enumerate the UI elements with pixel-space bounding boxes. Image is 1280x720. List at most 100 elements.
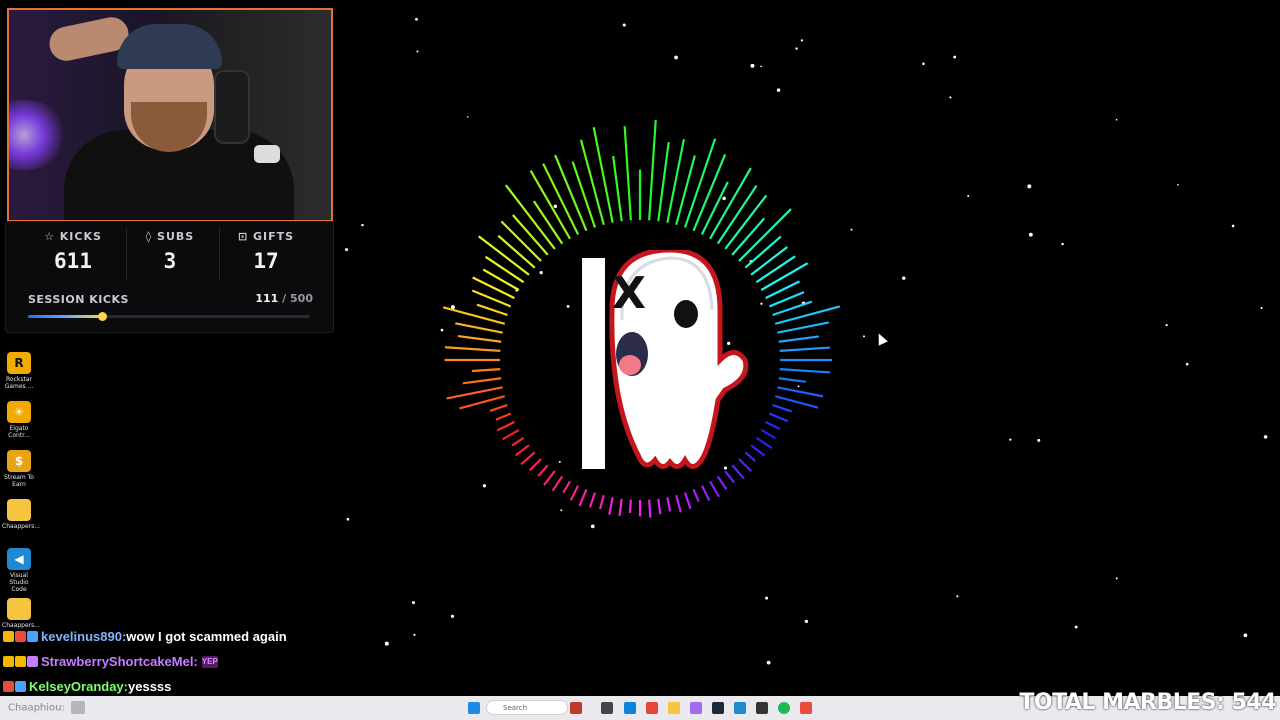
chat-username: KelseyOranday: — [29, 679, 128, 694]
star — [450, 614, 455, 618]
vscode-icon[interactable] — [734, 702, 746, 714]
chat-emote: YEP — [201, 655, 218, 668]
star — [1037, 438, 1041, 442]
chat-badge-icon — [3, 681, 14, 692]
star — [590, 524, 595, 529]
visualizer-bar — [532, 200, 564, 245]
desktop-icon-image: $ — [7, 450, 31, 472]
session-current: 111 — [255, 292, 279, 305]
session-progress-bar — [28, 312, 310, 321]
visualizer-bar — [520, 451, 536, 466]
steam-icon[interactable] — [712, 702, 724, 714]
visualizer-bar — [446, 386, 503, 400]
visualizer-bar — [497, 234, 536, 269]
desktop-icon[interactable]: R Rockstar Games ... — [2, 352, 36, 390]
subs-value: 3 — [163, 249, 177, 273]
visualizer-bar — [778, 377, 807, 383]
app-icon-1[interactable] — [570, 702, 582, 714]
desktop-icon-image — [7, 499, 31, 521]
terminal-icon[interactable] — [756, 702, 768, 714]
gift-icon: ⊡ — [237, 230, 249, 243]
kicks-value: 611 — [54, 249, 92, 273]
star — [1165, 323, 1168, 327]
visualizer-bar — [774, 305, 841, 325]
visualizer-bar — [459, 395, 506, 410]
star — [1115, 118, 1118, 121]
chat-username: kevelinus890: — [41, 629, 127, 644]
chat-badge-icon — [27, 656, 38, 667]
star — [1009, 438, 1012, 441]
gifts-value: 17 — [253, 249, 279, 273]
visualizer-bar — [502, 429, 520, 441]
visualizer-bar — [744, 235, 782, 269]
star — [1185, 362, 1189, 366]
star — [800, 39, 804, 42]
desktop-icon[interactable]: ◀ Visual Studio Code — [2, 548, 36, 593]
visualizer-bar — [569, 485, 580, 501]
visualizer-bar — [598, 494, 605, 510]
visualizer-bar — [551, 475, 564, 492]
visualizer-bar — [760, 429, 777, 440]
visualizer-bar — [562, 480, 571, 494]
taskbar-left-text: Chaaphiou: — [8, 702, 65, 714]
star — [1074, 625, 1078, 629]
chat-badge-icon — [15, 631, 26, 642]
spotify-icon[interactable] — [778, 702, 790, 714]
visualizer-bar — [700, 485, 711, 501]
ghost-logo: X — [609, 250, 749, 469]
visualizer-bar — [511, 436, 525, 447]
visualizer-bar — [750, 246, 788, 276]
visualizer-bar — [529, 458, 542, 471]
visualizer-bar — [750, 444, 766, 457]
visualizer-bar — [618, 498, 623, 516]
visualizer-bar — [476, 303, 508, 317]
desktop-icon[interactable]: ☀ Elgato Contr... — [2, 401, 36, 439]
desktop-icon-label: Chaappers... — [2, 523, 40, 530]
visualizer-bar — [571, 161, 597, 228]
star — [750, 63, 755, 68]
visualizer-bar — [709, 480, 720, 498]
star — [902, 276, 906, 280]
star — [411, 601, 415, 605]
star — [953, 55, 957, 59]
visualizer-bar — [578, 488, 588, 507]
visualizer-bar — [716, 475, 728, 490]
visualizer-bar — [777, 386, 824, 398]
session-progress-fill — [28, 315, 102, 318]
gifts-stat: ⊡ GIFTS 17 — [218, 222, 314, 273]
file-explorer-icon[interactable] — [668, 702, 680, 714]
visualizer-bar — [648, 120, 657, 221]
star — [1061, 242, 1064, 246]
star — [760, 65, 762, 68]
session-separator: / — [278, 292, 291, 305]
edge-icon[interactable] — [624, 702, 636, 714]
star — [922, 62, 925, 66]
visualizer-bar — [471, 368, 501, 373]
session-max: 500 — [290, 292, 313, 305]
desktop-icon-image — [7, 598, 31, 620]
subs-stat: ◊ SUBS 3 — [122, 222, 218, 273]
desktop-icon[interactable]: Chaappers... — [2, 499, 40, 530]
visualizer-bar — [777, 321, 830, 334]
subs-label: SUBS — [157, 230, 195, 243]
visualizer-bar — [683, 492, 692, 510]
star — [765, 596, 769, 600]
gifts-label: GIFTS — [253, 230, 295, 243]
desktop-icon-label: Stream To Earn — [4, 474, 34, 488]
visualizer-bar — [648, 499, 652, 518]
task-view-icon[interactable] — [601, 702, 613, 714]
app-icon-2[interactable] — [800, 702, 812, 714]
star — [1115, 577, 1118, 580]
kicks-stat: ☆ KICKS 611 — [25, 222, 121, 273]
taskbar-search[interactable]: Search — [486, 700, 568, 715]
windows-start-icon[interactable] — [468, 702, 480, 714]
chat-text: wow I got scammed again — [126, 629, 287, 644]
desktop-icon[interactable]: $ Stream To Earn — [2, 450, 36, 488]
taskbar-left: Chaaphiou: — [8, 701, 85, 714]
desktop-icon-image: R — [7, 352, 31, 374]
visualizer-bar — [588, 492, 597, 508]
star — [361, 223, 364, 227]
chrome-icon[interactable] — [646, 702, 658, 714]
desktop-icon-image: ☀ — [7, 401, 31, 423]
discord-icon[interactable] — [690, 702, 702, 714]
